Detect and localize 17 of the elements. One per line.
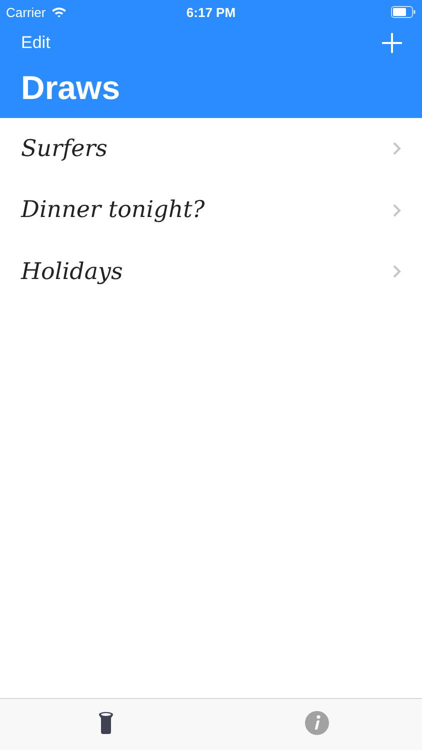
plus-icon [382,33,402,53]
info-icon [304,710,328,734]
item-title: Surfers [21,136,108,162]
list-item[interactable]: Holidays [0,241,422,302]
item-title: Dinner tonight? [21,197,205,224]
chevron-icon [393,265,401,278]
item-title: Holidays [21,258,123,285]
page-title: Draws [20,68,122,108]
clock-time: 6:17 PM [186,4,236,20]
carrier-label: Carrier [6,4,46,20]
add-button[interactable] [382,33,402,53]
list-item[interactable]: Surfers [0,118,422,180]
chevron-icon [393,204,401,217]
chevron-icon [393,142,401,156]
battery-icon [391,6,416,18]
list-item[interactable]: Dinner tonight? [0,180,422,241]
wifi-icon [50,6,67,18]
